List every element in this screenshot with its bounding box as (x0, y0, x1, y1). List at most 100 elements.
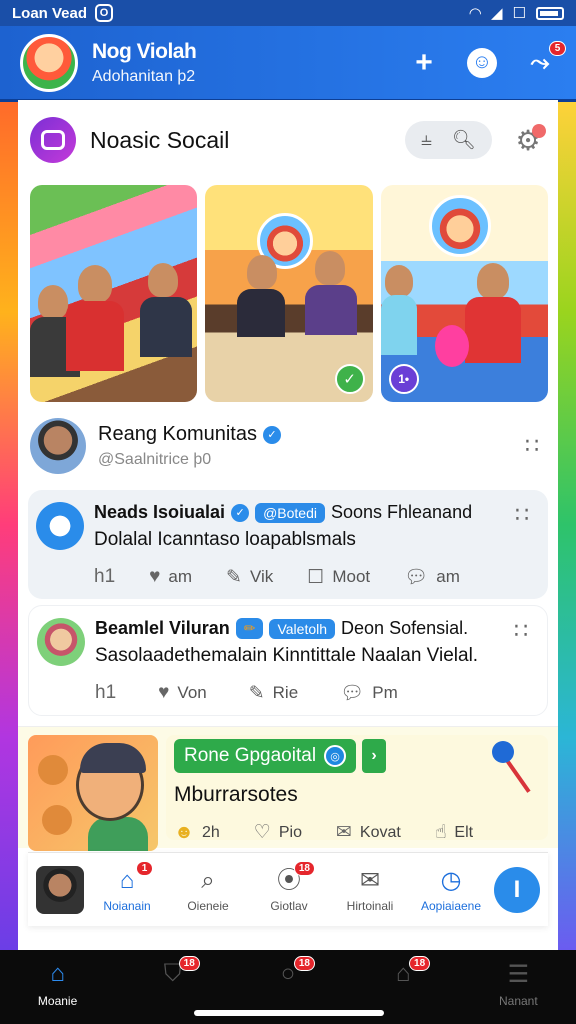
settings-button[interactable]: ⚙ (510, 122, 546, 158)
app-logo-icon[interactable] (30, 117, 76, 163)
post-author[interactable]: Neads Isoiualai (94, 502, 225, 523)
post-extra: Soons Fhleanand (330, 502, 473, 522)
nav-badge: 18 (293, 956, 315, 971)
stats-button[interactable]: h1 (94, 566, 115, 588)
gallery-photo-3[interactable]: 1• (380, 185, 548, 402)
thumb-button[interactable]: ☝ Elt (435, 821, 473, 844)
count-badge[interactable]: 1• (388, 364, 419, 394)
gallery-photo-2[interactable]: ✓ (205, 185, 373, 402)
pencil-icon: ✎ (248, 682, 265, 704)
community-row: Reang Komunitas ✓ @Saalnitrice þ0 ∷ (18, 402, 558, 482)
search-pill[interactable]: ⫨ 🔍︎ (405, 121, 492, 159)
notification-badge: 5 (549, 40, 566, 56)
circle-icon: ○ (280, 960, 296, 987)
section-header: Noasic Socail ⫨ 🔍︎ ⚙ (18, 100, 558, 180)
tab-messages[interactable]: ✉ Hirtoinali (332, 867, 408, 913)
community-subtitle: @Saalnitrice þ0 (98, 451, 212, 468)
status-bar: Loan Vead O ◠ ◢ ☐ (0, 0, 576, 26)
location-badge[interactable]: ✓ (334, 364, 365, 394)
post-card: Beamlel Viluran ✏ Valetolh Deon Sofensia… (28, 605, 548, 716)
h1-icon: h1 (95, 682, 117, 703)
fab-button[interactable]: I (494, 866, 540, 913)
nav-menu[interactable]: ☰ Nanant (473, 960, 563, 1008)
heart-icon: ♡ (253, 822, 271, 843)
nav-circle[interactable]: ○ 18 (243, 956, 333, 990)
promo-button[interactable]: Rone Gpgaoital ◎ (174, 739, 357, 773)
like-button[interactable]: ♥ Von (158, 682, 207, 704)
nav-home[interactable]: ⌂ Moanie (13, 960, 103, 1008)
header-title: Nog Violah (92, 39, 197, 63)
rainbow-right-border (558, 100, 576, 950)
add-button[interactable]: + (408, 46, 440, 79)
comment-icon: 💬︎ (340, 683, 365, 704)
battery-icon (536, 6, 564, 20)
comment-button[interactable]: ✉ Kovat (336, 821, 401, 844)
home-icon: ⌂ (119, 866, 135, 894)
tab-avatar[interactable] (36, 865, 84, 914)
community-title[interactable]: Reang Komunitas (98, 423, 257, 446)
nav-badge: 18 (178, 956, 200, 971)
tab-badge: 1 (136, 860, 153, 876)
share-icon: ⤳ (530, 48, 550, 76)
profile-avatar[interactable] (20, 33, 78, 92)
tab-search[interactable]: ⌕ Oieneie (170, 867, 246, 913)
post-avatar[interactable] (37, 618, 85, 666)
nav-badge: 18 (409, 956, 431, 971)
emoji-button[interactable]: ☺ (466, 47, 498, 79)
save-button[interactable]: ☐ Moot (307, 566, 370, 589)
post-tag[interactable]: Valetolh (269, 618, 336, 639)
save-icon: ☐ (307, 566, 325, 588)
search-icon[interactable]: 🔍︎ (452, 128, 476, 152)
home-icon: ⌂ (50, 960, 65, 987)
more-options-icon[interactable]: ∷ (505, 618, 535, 644)
community-avatar[interactable] (30, 418, 86, 474)
app-header: Nog Violah Adohanitan þ2 + ☺ ⤳ 5 (0, 26, 576, 102)
post-extra: Deon Sofensial. (341, 618, 469, 638)
more-options-icon[interactable]: ∷ (516, 433, 546, 459)
clock-icon: ◷ (440, 866, 462, 894)
edit-button[interactable]: ✎ Rie (249, 682, 298, 705)
chart-icon[interactable]: ⫨ (421, 129, 432, 151)
tab-activity[interactable]: ◷ Aopiaiaene (413, 867, 489, 913)
pin-icon (492, 741, 514, 763)
post-text: Dolalal Icanntaso loapablsmals (94, 529, 356, 550)
sim-icon: ☐ (512, 5, 526, 22)
stats-button[interactable]: h1 (95, 682, 116, 704)
post-tag[interactable]: @Botedi (255, 502, 325, 523)
chat-icon: ✉ (359, 866, 381, 894)
comment-button[interactable]: 💬︎ Pm (340, 681, 398, 705)
edit-button[interactable]: ✎ Vik (226, 566, 273, 589)
home-indicator[interactable] (194, 1010, 384, 1016)
like-button[interactable]: ♡ Pio (254, 821, 302, 844)
nav-shield[interactable]: ⛉ 18 (128, 956, 218, 990)
like-button[interactable]: ♥ am (149, 566, 192, 588)
share-button[interactable]: ⤳ 5 (524, 40, 566, 79)
post-author[interactable]: Beamlel Viluran (95, 618, 230, 639)
tab-home[interactable]: ⌂ 1 Noianain (89, 860, 165, 913)
more-options-icon[interactable]: ∷ (506, 502, 536, 528)
chevron-right-icon[interactable]: › (362, 739, 387, 773)
promo-image[interactable] (28, 735, 158, 851)
emoji-button[interactable]: ☻ 2h (174, 822, 220, 844)
smile-icon: ☺ (467, 47, 497, 78)
comment-button[interactable]: 💬︎ am (404, 565, 460, 589)
pencil-icon: ✎ (226, 566, 242, 588)
heart-icon: ♥ (149, 566, 161, 587)
post-avatar[interactable] (36, 502, 84, 550)
post-actions: h1 ♥ am ✎ Vik ☐ Moot 💬︎ am (36, 565, 536, 589)
tab-explore[interactable]: ⦿ 18 Giotlav (251, 860, 327, 913)
gallery-photo-1[interactable] (30, 185, 198, 402)
menu-icon: ☰ (507, 961, 530, 988)
signal-icon: ◢ (491, 5, 503, 22)
pin-icon: ✏ (235, 618, 264, 639)
status-notification-icon: O (95, 4, 114, 22)
post-actions: h1 ♥ Von ✎ Rie 💬︎ Pm (37, 681, 535, 705)
status-time: Loan Vead (12, 4, 88, 22)
wifi-icon: ◠ (469, 5, 481, 22)
main-content: Noasic Socail ⫨ 🔍︎ ⚙ ✓ 1• Reang Komunita… (18, 100, 558, 950)
nav-house[interactable]: ⌂ 18 (358, 956, 448, 990)
section-title: Noasic Socail (90, 126, 230, 153)
info-icon: ◎ (324, 745, 347, 767)
emoji-icon: ☻ (174, 821, 194, 843)
promo-card: Rone Gpgaoital ◎ › Mburrarsotes ☻ 2h ♡ Pio… (18, 726, 558, 851)
